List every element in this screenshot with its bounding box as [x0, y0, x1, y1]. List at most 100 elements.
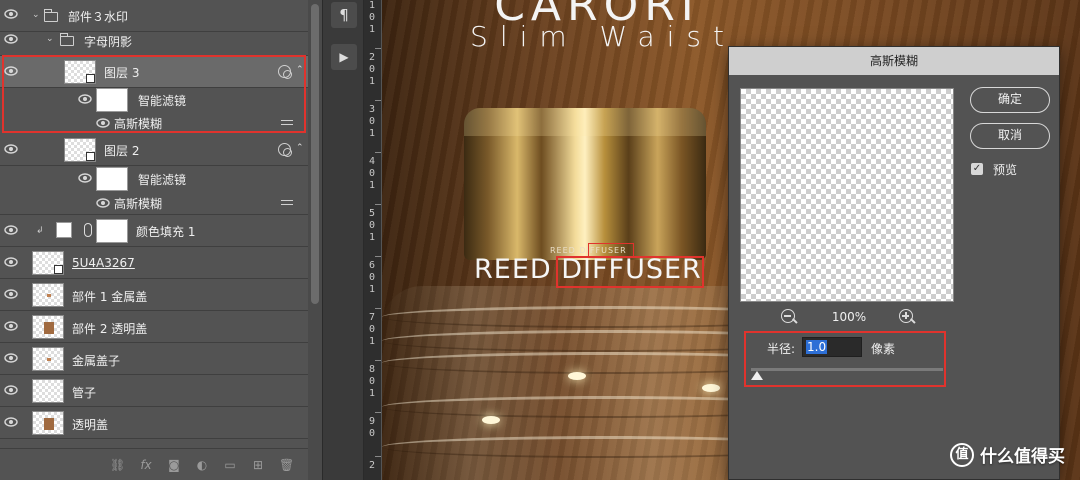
fill-color-swatch[interactable]: [56, 222, 72, 238]
panel-tool-strip: ¶ ▶: [322, 0, 364, 480]
layer-name: 字母阴影: [84, 35, 133, 49]
expand-caret-icon[interactable]: ⌄: [32, 10, 42, 20]
thumbnail-content: [47, 358, 51, 361]
layer-row-group-letter-shadow[interactable]: ⌄ 字母阴影: [0, 24, 308, 56]
ruler-number: 0: [369, 272, 376, 283]
ruler-tick: [375, 456, 381, 457]
layer-name: 颜色填充 1: [136, 225, 196, 239]
light-glint: [482, 416, 500, 424]
ruler-tick: [375, 48, 381, 49]
zoom-out-icon[interactable]: [781, 309, 795, 323]
layers-panel-footer: ⛓ fx ◙ ◐ ▭ ⊞ 🗑: [0, 448, 308, 480]
ruler-number: 1: [369, 24, 376, 35]
thumbnail-content: [44, 418, 54, 430]
ruler-tick: [375, 256, 381, 257]
visibility-eye-icon[interactable]: [4, 320, 18, 334]
highlight-box: [2, 55, 306, 133]
ruler-number: 2: [369, 52, 376, 63]
layers-panel: ⌄ 部件３水印 ⌄ 字母阴影 图层 3 ⌃ 智能滤镜 高斯模糊 图层 2 ⌃ 智…: [0, 0, 308, 480]
layer-row-layer-2[interactable]: 图层 2 ⌃: [0, 134, 308, 166]
layer-thumbnail: [64, 138, 96, 162]
preview-label: 预览: [993, 163, 1018, 177]
visibility-eye-icon[interactable]: [4, 8, 18, 22]
layer-row-smart-filters[interactable]: 智能滤镜: [0, 167, 308, 191]
layer-row-metal-cap-part[interactable]: 部件 1 金属盖: [0, 279, 308, 311]
cap-highlight: [464, 108, 706, 136]
ruler-number: 4: [369, 156, 376, 167]
ruler-number: 1: [369, 180, 376, 191]
layer-name: 5U4A3267: [72, 256, 135, 270]
visibility-eye-icon[interactable]: [4, 384, 18, 398]
visibility-eye-icon[interactable]: [4, 143, 18, 157]
layer-row-clear-cap[interactable]: 透明盖: [0, 407, 308, 439]
gaussian-blur-dialog: 高斯模糊 100% 确定 取消 ✓ 预览 半径: 1.0 像素: [728, 46, 1060, 480]
collapse-chevron-icon[interactable]: ⌃: [296, 143, 304, 153]
ruler-number: 1: [369, 388, 376, 399]
layer-row-photo[interactable]: 5U4A3267: [0, 247, 308, 279]
ruler-number: 0: [369, 168, 376, 179]
ruler-tick: [375, 412, 381, 413]
new-layer-icon[interactable]: ⊞: [251, 458, 265, 472]
link-icon[interactable]: ⛓: [110, 458, 125, 472]
layer-name: 智能滤镜: [138, 173, 187, 187]
expand-caret-icon[interactable]: ⌄: [46, 34, 56, 44]
layer-name: 部件 1 金属盖: [72, 290, 148, 304]
layer-name: 金属盖子: [72, 354, 121, 368]
smart-object-badge-icon: [54, 265, 63, 274]
visibility-eye-icon[interactable]: [4, 224, 18, 238]
visibility-eye-icon[interactable]: [4, 33, 18, 47]
folder-icon: [60, 33, 74, 46]
layer-row-color-fill[interactable]: ↲ 颜色填充 1: [0, 215, 308, 247]
play-icon[interactable]: ▶: [331, 44, 357, 70]
layer-name: 部件３水印: [68, 10, 129, 24]
preview-checkbox[interactable]: ✓: [971, 163, 983, 175]
adjustment-icon[interactable]: ◐: [195, 458, 209, 472]
highlight-box: [744, 331, 946, 387]
visibility-eye-icon[interactable]: [4, 256, 18, 270]
watermark-text: 什么值得买: [980, 447, 1065, 467]
smart-object-badge-icon: [86, 152, 95, 161]
ruler-number: 1: [369, 76, 376, 87]
ruler-number: 0: [369, 12, 376, 23]
visibility-eye-icon[interactable]: [4, 352, 18, 366]
trash-icon[interactable]: 🗑: [279, 458, 294, 472]
ruler-number: 7: [369, 312, 376, 323]
link-chain-icon[interactable]: [84, 223, 92, 237]
ruler-number: 6: [369, 260, 376, 271]
layers-scrollbar[interactable]: [308, 0, 322, 480]
smart-filter-icon: [278, 143, 292, 157]
layer-row-metal-cap[interactable]: 金属盖子: [0, 343, 308, 375]
blur-preview-area[interactable]: [740, 88, 954, 302]
ruler-number: 0: [369, 428, 376, 439]
layer-row-tube[interactable]: 管子: [0, 375, 308, 407]
ruler-number: 5: [369, 208, 376, 219]
ruler-number: 1: [369, 128, 376, 139]
visibility-eye-icon[interactable]: [96, 197, 110, 211]
filter-options-icon[interactable]: [281, 200, 293, 209]
scrollbar-thumb[interactable]: [311, 4, 319, 304]
light-glint: [702, 384, 720, 392]
thumbnail-content: [47, 294, 51, 297]
zoom-in-icon[interactable]: [899, 309, 913, 323]
visibility-eye-icon[interactable]: [4, 288, 18, 302]
cancel-button[interactable]: 取消: [970, 123, 1050, 149]
mask-icon[interactable]: ◙: [167, 458, 181, 472]
zoom-level: 100%: [831, 310, 867, 324]
folder-icon[interactable]: ▭: [223, 458, 237, 472]
layer-row-clear-cap-part[interactable]: 部件 2 透明盖: [0, 311, 308, 343]
ruler-number: 0: [369, 376, 376, 387]
ok-button[interactable]: 确定: [970, 87, 1050, 113]
ruler-number: 0: [369, 220, 376, 231]
ruler-tick: [375, 360, 381, 361]
visibility-eye-icon[interactable]: [78, 172, 92, 186]
paragraph-icon[interactable]: ¶: [331, 2, 357, 28]
visibility-eye-icon[interactable]: [4, 416, 18, 430]
layer-row-gaussian-blur-filter[interactable]: 高斯模糊: [0, 191, 308, 215]
watermark-badge: 值: [950, 443, 974, 467]
layer-thumbnail: [32, 347, 64, 371]
ruler-tick: [375, 100, 381, 101]
fx-icon[interactable]: fx: [139, 458, 153, 472]
ruler-number: 1: [369, 336, 376, 347]
layer-thumbnail: [32, 379, 64, 403]
ruler-number: 1: [369, 284, 376, 295]
